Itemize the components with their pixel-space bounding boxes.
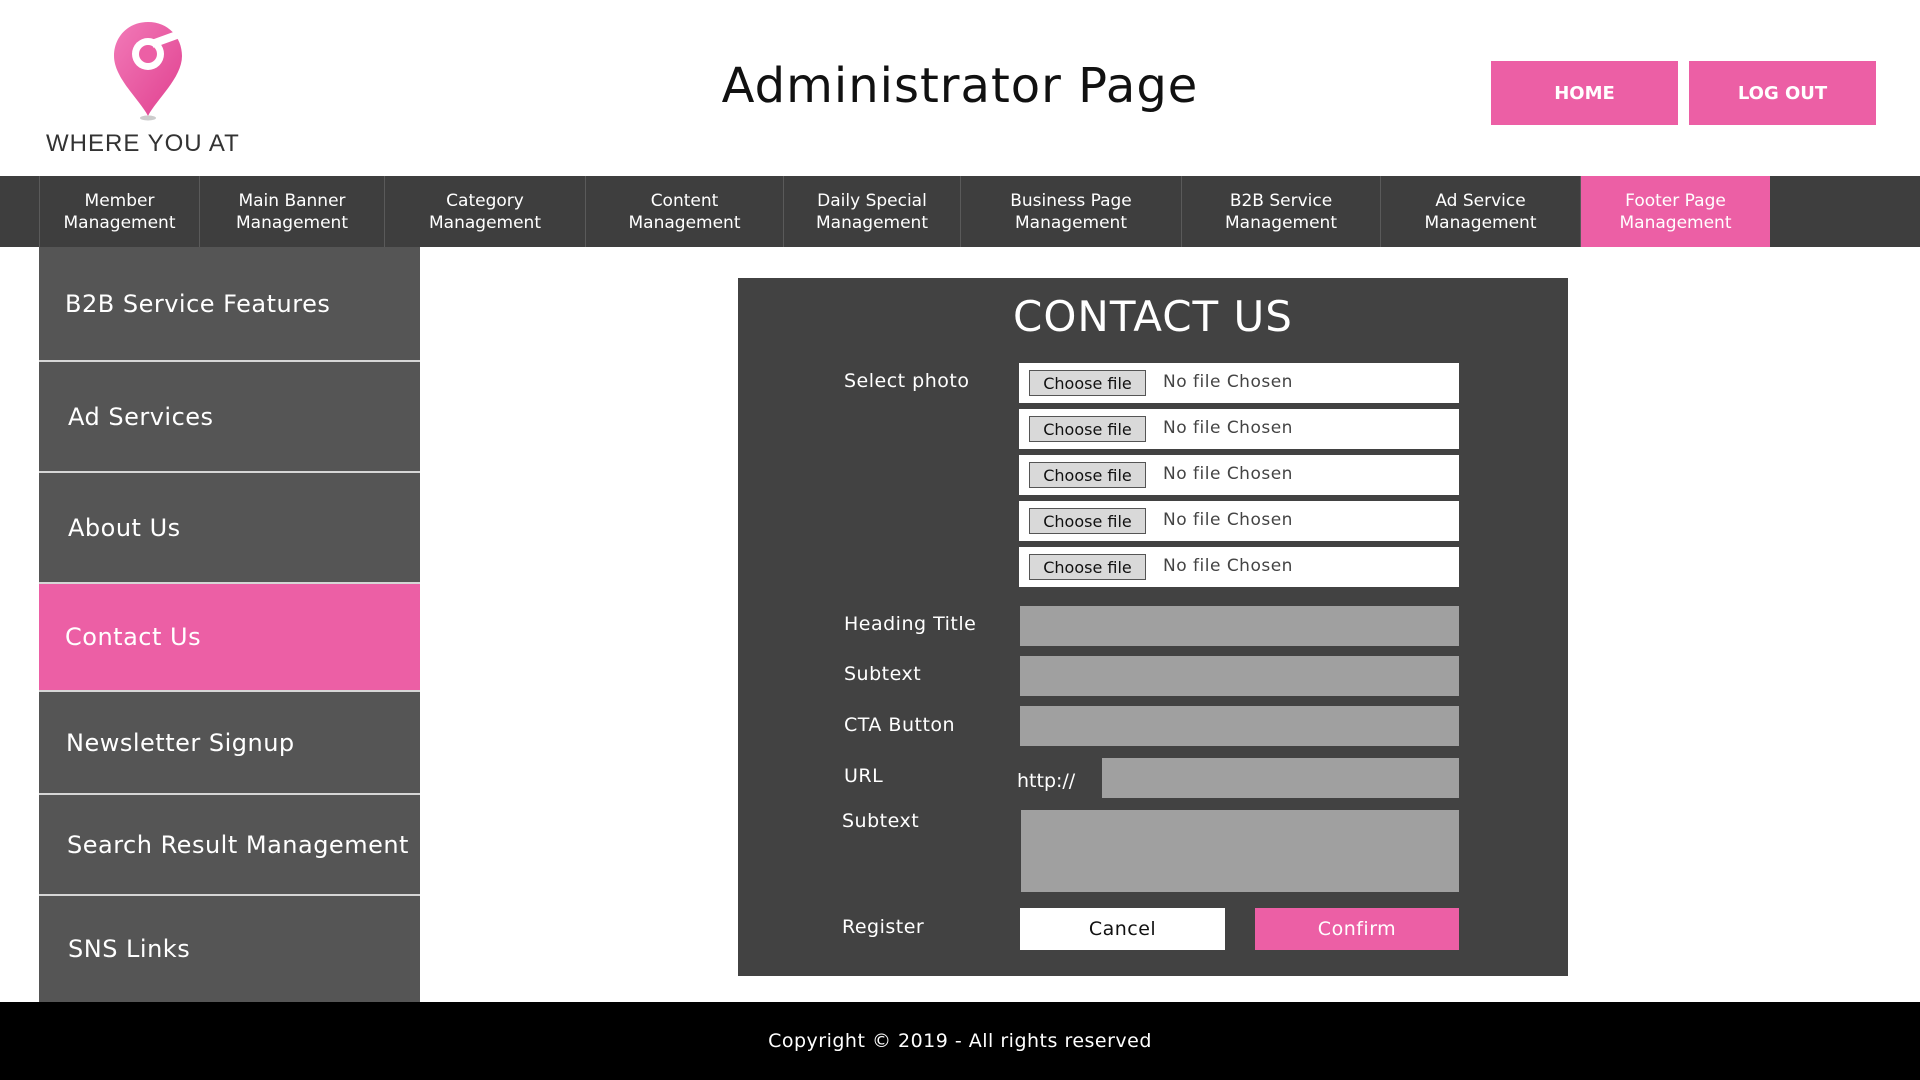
nav-label-line1: Footer Page [1625,190,1726,211]
url-input[interactable] [1102,758,1459,798]
nav-label-line2: Management [429,212,541,233]
sidebar-item-label: Contact Us [65,623,202,651]
file-input-1: Choose file No file Chosen [1019,363,1459,403]
nav-label-line2: Management [1619,212,1732,233]
contact-us-form: CONTACT US Select photo Choose file No f… [738,278,1568,976]
footer: Copyright © 2019 - All rights reserved [0,1002,1920,1080]
nav-label-line1: Category [446,190,524,211]
choose-file-button[interactable]: Choose file [1029,462,1146,488]
sidebar-item-label: SNS Links [68,935,191,963]
cta-button-label: CTA Button [844,714,956,736]
nav-label-line1: Daily Special [817,190,927,211]
top-nav: Member Management Main Banner Management C… [0,176,1920,247]
nav-label-line2: Management [63,212,176,233]
nav-label-line1: Business Page [1010,190,1132,211]
sidebar-item-about-us[interactable]: About Us [39,473,420,584]
subtext-label: Subtext [844,663,922,685]
copyright-text: Copyright © 2019 - All rights reserved [768,1030,1152,1052]
sidebar-item-b2b-service-features[interactable]: B2B Service Features [39,247,420,362]
cta-button-input[interactable] [1020,706,1459,746]
nav-footer-page-management[interactable]: Footer Page Management [1581,176,1770,247]
nav-member-management[interactable]: Member Management [39,176,199,247]
select-photo-label: Select photo [844,370,970,392]
sidebar-item-label: About Us [68,513,181,542]
form-title: CONTACT US [1013,292,1293,341]
choose-file-button[interactable]: Choose file [1029,554,1146,580]
confirm-button[interactable]: Confirm [1255,908,1459,950]
sidebar-item-ad-services[interactable]: Ad Services [39,362,420,473]
file-status: No file Chosen [1163,510,1293,530]
sidebar: B2B Service Features Ad Services About U… [39,247,420,1002]
nav-daily-special-management[interactable]: Daily Special Management [783,176,960,247]
file-status: No file Chosen [1163,418,1293,438]
choose-file-button[interactable]: Choose file [1029,370,1146,396]
logout-button[interactable]: LOG OUT [1689,61,1876,125]
choose-file-button[interactable]: Choose file [1029,508,1146,534]
nav-business-page-management[interactable]: Business Page Management [960,176,1181,247]
file-status: No file Chosen [1163,464,1293,484]
sidebar-item-label: Ad Services [68,402,214,431]
nav-main-banner-management[interactable]: Main Banner Management [199,176,384,247]
nav-label-line2: Management [1225,212,1337,233]
url-label: URL [844,765,884,787]
file-status: No file Chosen [1163,372,1293,392]
nav-label-line2: Management [236,212,348,233]
sidebar-item-label: Newsletter Signup [66,728,295,757]
nav-content-management[interactable]: Content Management [585,176,783,247]
brand-name: WHERE YOU AT [46,130,240,157]
file-input-5: Choose file No file Chosen [1019,547,1459,587]
nav-label-line1: Ad Service [1435,190,1526,211]
nav-label-line2: Management [816,212,928,233]
choose-file-button[interactable]: Choose file [1029,416,1146,442]
url-prefix: http:// [1017,770,1076,792]
file-input-4: Choose file No file Chosen [1019,501,1459,541]
sidebar-item-newsletter-signup[interactable]: Newsletter Signup [39,692,420,795]
heading-title-label: Heading Title [844,613,977,635]
nav-b2b-service-management[interactable]: B2B Service Management [1181,176,1380,247]
subtext2-textarea[interactable] [1021,810,1459,892]
nav-label-line2: Management [1015,212,1127,233]
register-label: Register [842,916,925,938]
sidebar-item-search-result-management[interactable]: Search Result Management [39,795,420,896]
nav-label-line2: Management [1424,212,1537,233]
sidebar-item-contact-us[interactable]: Contact Us [39,584,420,692]
subtext-input[interactable] [1020,656,1459,696]
cancel-button[interactable]: Cancel [1020,908,1225,950]
nav-ad-service-management[interactable]: Ad Service Management [1380,176,1581,247]
sidebar-item-sns-links[interactable]: SNS Links [39,896,420,1002]
nav-label-line1: Member [84,190,155,211]
sidebar-item-label: Search Result Management [67,830,409,859]
nav-label-line1: Main Banner [238,190,346,211]
heading-title-input[interactable] [1020,606,1459,646]
file-input-3: Choose file No file Chosen [1019,455,1459,495]
subtext2-label: Subtext [842,810,920,832]
nav-label-line1: B2B Service [1229,190,1333,211]
nav-label-line1: Content [650,190,719,211]
header: WHERE YOU AT Administrator Page HOME LOG… [0,0,1920,176]
file-status: No file Chosen [1163,556,1293,576]
file-input-2: Choose file No file Chosen [1019,409,1459,449]
sidebar-item-label: B2B Service Features [65,289,331,318]
nav-label-line2: Management [628,212,741,233]
home-button[interactable]: HOME [1491,61,1678,125]
nav-category-management[interactable]: Category Management [384,176,585,247]
